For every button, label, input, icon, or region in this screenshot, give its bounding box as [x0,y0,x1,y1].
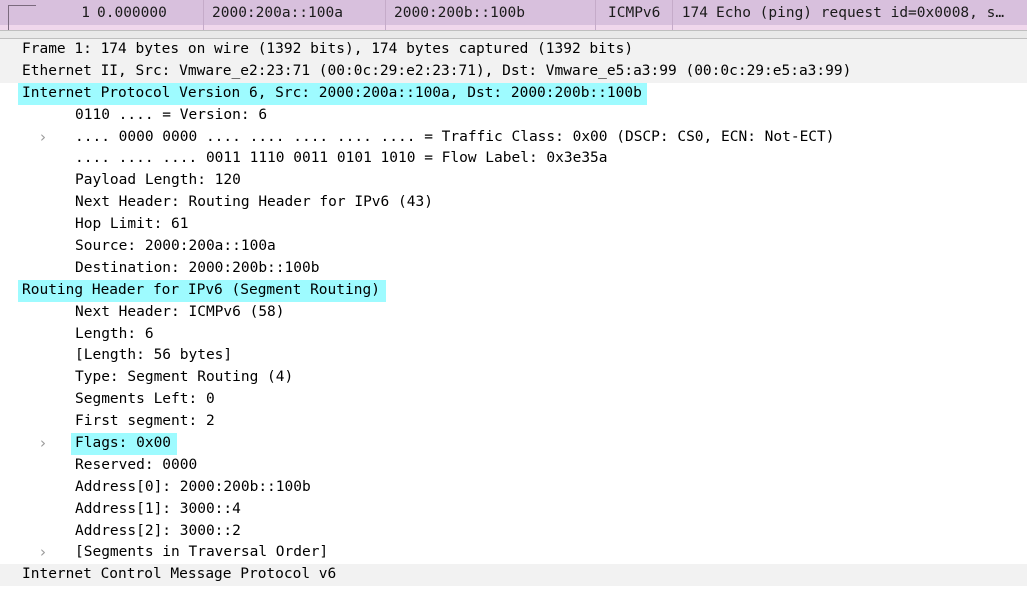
routing-header-node: Routing Header for IPv6 (Segment Routing… [22,281,380,298]
ipv6-hop-limit-field: Hop Limit: 61 [75,216,189,233]
packet-destination-cell: 2000:200b::100b [394,5,525,21]
chevron-right-icon[interactable]: › [35,433,51,455]
rh-reserved-field: Reserved: 0000 [75,456,198,473]
rh-type-field: Type: Segment Routing (4) [75,369,294,386]
rh-flags-field: Flags: 0x00 [75,435,172,452]
detail-row[interactable]: Segments Left: 0 [0,389,1027,411]
detail-row[interactable]: Next Header: ICMPv6 (58) [0,302,1027,324]
packet-info-cell: Echo (ping) request id=0x0008, s… [716,5,1005,21]
ipv6-payload-length-field: Payload Length: 120 [75,172,241,189]
packet-list-row-selected[interactable]: 1 0.000000 2000:200a::100a 2000:200b::10… [0,0,1027,30]
rh-address-1-field: Address[1]: 3000::4 [75,500,241,517]
ipv6-version-field: 0110 .... = Version: 6 [75,106,268,123]
rh-segments-traversal-node: [Segments in Traversal Order] [75,544,329,561]
icmpv6-node: Internet Control Message Protocol v6 [22,566,337,583]
packet-list-pane[interactable]: 1 0.000000 2000:200a::100a 2000:200b::10… [0,0,1027,30]
ipv6-next-header-field: Next Header: Routing Header for IPv6 (43… [75,194,433,211]
detail-row[interactable]: Payload Length: 120 [0,170,1027,192]
detail-row[interactable]: › [Segments in Traversal Order] [0,542,1027,564]
detail-row[interactable]: First segment: 2 [0,411,1027,433]
detail-row[interactable]: [Length: 56 bytes] [0,345,1027,367]
rh-address-0-field: Address[0]: 2000:200b::100b [75,478,311,495]
rh-segments-left-field: Segments Left: 0 [75,391,215,408]
focus-rectangle [8,5,36,30]
pane-splitter[interactable] [0,30,1027,39]
detail-row[interactable]: ⌄Internet Protocol Version 6, Src: 2000:… [0,82,1027,105]
ethernet-node: Ethernet II, Src: Vmware_e2:23:71 (00:0c… [22,62,852,79]
detail-row[interactable]: ⌄Routing Header for IPv6 (Segment Routin… [0,279,1027,302]
column-separator-source[interactable] [385,0,386,30]
detail-row[interactable]: Destination: 2000:200b::100b [0,258,1027,280]
detail-row[interactable]: .... .... .... 0011 1110 0011 0101 1010 … [0,148,1027,170]
packet-no-cell: 1 [81,5,90,21]
packet-time-cell: 0.000000 [97,5,167,21]
column-separator-no-time[interactable] [203,0,204,30]
detail-row[interactable]: Source: 2000:200a::100a [0,236,1027,258]
frame-node: Frame 1: 174 bytes on wire (1392 bits), … [22,41,634,57]
chevron-right-icon[interactable]: › [35,542,51,564]
ipv6-source-field: Source: 2000:200a::100a [75,238,276,255]
ipv6-destination-field: Destination: 2000:200b::100b [75,259,320,276]
detail-row[interactable]: 0110 .... = Version: 6 [0,105,1027,127]
rh-length-bytes-field: [Length: 56 bytes] [75,347,233,364]
rh-next-header-field: Next Header: ICMPv6 (58) [75,303,285,320]
detail-row[interactable]: Next Header: Routing Header for IPv6 (43… [0,192,1027,214]
detail-row[interactable]: Address[1]: 3000::4 [0,499,1027,521]
rh-length-field: Length: 6 [75,325,154,342]
packet-protocol-cell: ICMPv6 [608,5,661,21]
detail-row[interactable]: › Flags: 0x00 [0,433,1027,455]
detail-row[interactable]: Address[2]: 3000::2 [0,521,1027,543]
detail-row[interactable]: Hop Limit: 61 [0,214,1027,236]
chevron-right-icon[interactable]: › [35,127,51,149]
rh-first-segment-field: First segment: 2 [75,413,215,430]
rh-address-2-field: Address[2]: 3000::2 [75,522,241,539]
detail-row[interactable]: ›Internet Control Message Protocol v6 [0,564,1027,587]
packet-source-cell: 2000:200a::100a [212,5,343,21]
detail-row[interactable]: ›Ethernet II, Src: Vmware_e2:23:71 (00:0… [0,60,1027,83]
detail-row[interactable]: Reserved: 0000 [0,455,1027,477]
detail-row[interactable]: Length: 6 [0,324,1027,346]
packet-detail-pane[interactable]: › Frame 1: 174 bytes on wire (1392 bits),… [0,39,1027,593]
column-separator-destination[interactable] [595,0,596,30]
packet-length-cell: 174 [681,5,708,21]
detail-row[interactable]: › .... 0000 0000 .... .... .... .... ....… [0,127,1027,149]
ipv6-traffic-class-field: .... 0000 0000 .... .... .... .... .... … [75,128,835,145]
ipv6-node: Internet Protocol Version 6, Src: 2000:2… [22,84,642,101]
detail-row[interactable]: Type: Segment Routing (4) [0,367,1027,389]
detail-row[interactable]: Address[0]: 2000:200b::100b [0,477,1027,499]
detail-row[interactable]: ›Frame 1: 174 bytes on wire (1392 bits),… [0,39,1027,61]
ipv6-flow-label-field: .... .... .... 0011 1110 0011 0101 1010 … [75,150,608,167]
